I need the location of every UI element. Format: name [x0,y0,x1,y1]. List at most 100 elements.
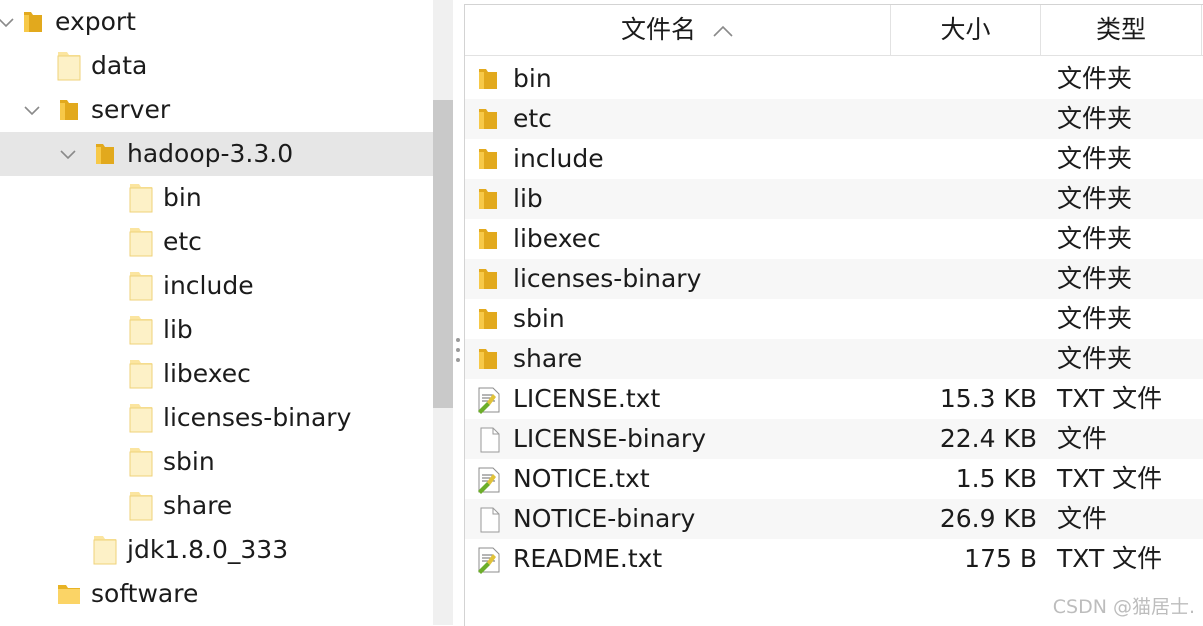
folder-icon [128,446,154,482]
folder-icon [56,581,82,611]
text-file-icon [475,466,503,498]
tree-item-server[interactable]: server [0,88,433,132]
file-type: 文件夹 [1057,64,1133,93]
file-type: 文件夹 [1057,304,1133,333]
folder-icon [475,306,501,336]
file-row[interactable]: etc 文件夹 [465,99,1203,139]
file-row[interactable]: bin 文件夹 [465,59,1203,99]
file-row[interactable]: LICENSE.txt 15.3 KB TXT 文件 [465,379,1203,419]
tree-item-bin[interactable]: bin [0,176,433,220]
folder-icon [128,314,154,350]
folder-open-icon [20,9,46,39]
tree-item-jdk1-8-0-333[interactable]: jdk1.8.0_333 [0,528,433,572]
tree-item-label: bin [163,183,202,212]
folder-icon [128,402,154,438]
tree-item-lib[interactable]: lib [0,308,433,352]
folder-icon [128,490,154,526]
file-name: NOTICE-binary [513,504,696,533]
column-header: 文件名 大小 类型 [465,5,1203,56]
column-header-size[interactable]: 大小 [891,5,1041,55]
text-file-icon [475,386,503,418]
file-type: 文件 [1057,424,1108,453]
tree-item-label: libexec [163,359,251,388]
column-header-type[interactable]: 类型 [1041,5,1202,55]
file-name: LICENSE-binary [513,424,706,453]
file-row[interactable]: sbin 文件夹 [465,299,1203,339]
folder-icon [475,66,501,96]
file-size: 15.3 KB [939,384,1037,413]
blank-file-icon [475,426,503,458]
file-row[interactable]: libexec 文件夹 [465,219,1203,259]
chevron-down-icon[interactable] [0,12,16,32]
file-type: TXT 文件 [1057,384,1163,413]
file-row[interactable]: licenses-binary 文件夹 [465,259,1203,299]
folder-icon [128,358,154,394]
text-file-icon [475,546,503,578]
folder-icon [475,346,501,376]
tree-item-etc[interactable]: etc [0,220,433,264]
file-name: include [513,144,604,173]
file-type: TXT 文件 [1057,464,1163,493]
file-name: etc [513,104,552,133]
folder-icon [128,270,154,306]
chevron-down-icon[interactable] [22,100,42,120]
tree-item-libexec[interactable]: libexec [0,352,433,396]
file-name: share [513,344,583,373]
file-name: licenses-binary [513,264,702,293]
file-type: 文件 [1057,504,1108,533]
file-row[interactable]: NOTICE-binary 26.9 KB 文件 [465,499,1203,539]
folder-open-icon [56,97,82,127]
tree-item-label: sbin [163,447,215,476]
file-type: 文件夹 [1057,344,1133,373]
column-type-label: 类型 [1095,15,1146,44]
tree-item-data[interactable]: data [0,44,433,88]
tree-item-label: server [91,95,171,124]
tree-scrollbar-thumb[interactable] [433,100,453,408]
folder-icon [475,226,501,256]
tree-item-label: hadoop-3.3.0 [127,139,294,168]
column-header-name[interactable]: 文件名 [465,5,891,55]
tree-item-label: jdk1.8.0_333 [127,535,289,564]
chevron-up-icon [713,25,733,37]
tree-item-export[interactable]: export [0,0,433,44]
file-type: 文件夹 [1057,104,1133,133]
file-row[interactable]: include 文件夹 [465,139,1203,179]
folder-icon [475,106,501,136]
file-row[interactable]: share 文件夹 [465,339,1203,379]
file-name: NOTICE.txt [513,464,650,493]
tree-item-label: licenses-binary [163,403,352,432]
tree-item-hadoop-3-3-0[interactable]: hadoop-3.3.0 [0,132,433,176]
file-row[interactable]: lib 文件夹 [465,179,1203,219]
tree-item-include[interactable]: include [0,264,433,308]
file-name: libexec [513,224,601,253]
splitter-grip-icon [456,348,460,352]
splitter-grip-icon [456,338,460,342]
blank-file-icon [475,506,503,538]
tree-item-software[interactable]: software [0,572,433,616]
folder-open-icon [92,141,118,171]
tree-item-licenses-binary[interactable]: licenses-binary [0,396,433,440]
tree-item-sbin[interactable]: sbin [0,440,433,484]
file-row[interactable]: NOTICE.txt 1.5 KB TXT 文件 [465,459,1203,499]
file-name: README.txt [513,544,663,573]
tree-item-share[interactable]: share [0,484,433,528]
pane-splitter[interactable] [453,0,464,625]
chevron-down-icon[interactable] [58,144,78,164]
file-name: lib [513,184,543,213]
column-name-label: 文件名 [621,15,697,44]
file-row[interactable]: README.txt 175 B TXT 文件 [465,539,1203,579]
folder-icon [475,266,501,296]
watermark: CSDN @猫居士. [1052,596,1195,618]
file-list-pane: 文件名 大小 类型 bin 文件夹 etc 文件夹 include 文件夹 lib 文件夹 li… [464,4,1203,626]
file-size: 1.5 KB [955,464,1037,493]
tree-item-label: etc [163,227,202,256]
tree-item-label: lib [163,315,193,344]
folder-icon [56,50,82,86]
file-name: sbin [513,304,565,333]
file-type: 文件夹 [1057,224,1133,253]
column-size-label: 大小 [940,15,991,44]
file-name: LICENSE.txt [513,384,661,413]
file-name: bin [513,64,552,93]
file-row[interactable]: LICENSE-binary 22.4 KB 文件 [465,419,1203,459]
folder-icon [475,146,501,176]
